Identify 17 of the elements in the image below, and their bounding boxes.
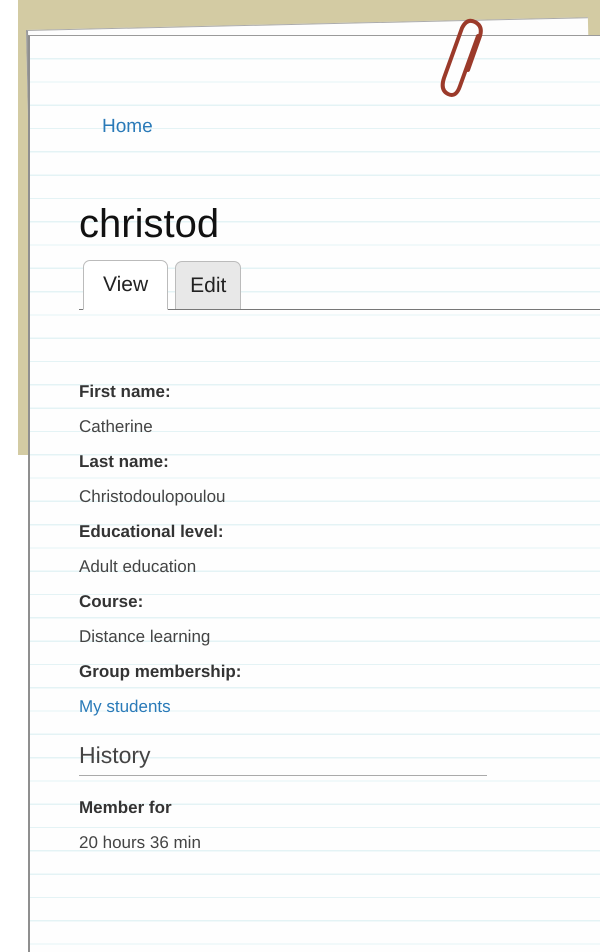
field-label: Group membership:: [79, 661, 242, 683]
tab[interactable]: Edit: [175, 261, 242, 309]
field-value: Adult education: [79, 556, 196, 578]
field-value: 20 hours 36 min: [79, 832, 201, 854]
field-label: Educational level:: [79, 521, 225, 543]
field-label: Member for: [79, 797, 173, 819]
field-label: Last name:: [79, 451, 170, 473]
page-title: christod: [79, 202, 220, 246]
field-value: Catherine: [79, 416, 153, 438]
field-label: First name:: [79, 381, 172, 403]
field-value: Christodoulopoulou: [79, 486, 226, 508]
field-value: Distance learning: [79, 626, 210, 648]
field-label: Course:: [79, 591, 144, 613]
section-heading: History: [79, 742, 487, 776]
tab[interactable]: View: [83, 260, 168, 310]
field-link[interactable]: My students: [79, 689, 171, 724]
breadcrumb-link[interactable]: Home: [102, 116, 153, 138]
